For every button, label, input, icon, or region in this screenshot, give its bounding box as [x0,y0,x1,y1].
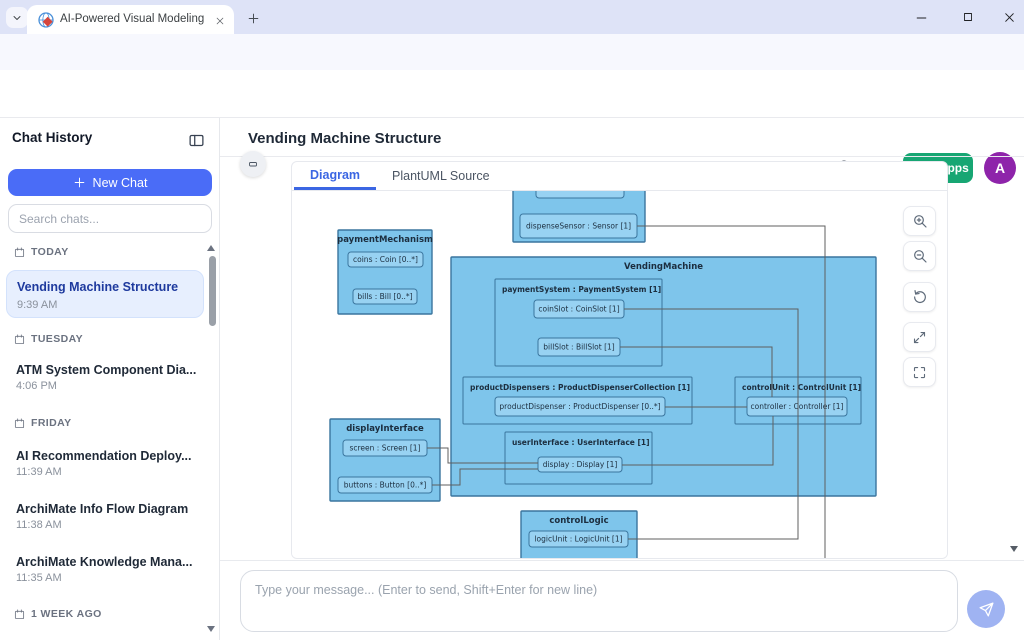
tab-search-button[interactable] [6,7,28,28]
chat-item-active[interactable]: Vending Machine Structure 9:39 AM [6,270,204,318]
expand-button[interactable] [903,322,936,352]
reset-icon [912,289,928,305]
uml-label-screen: screen : Screen [1] [349,444,420,453]
chat-item-time: 4:06 PM [16,380,196,392]
browser-toolbar: ai-toolbox.visual-paradigm.com/app/chatb… [0,34,1024,70]
chevron-down-icon [11,12,23,24]
header-divider [220,156,1024,157]
sidebar-collapse-button[interactable] [184,128,208,152]
uml-label-VendingMachine: VendingMachine [624,262,703,272]
uml-label-buttons: buttons : Button [0..*] [344,481,427,490]
uml-label-billSlot: billSlot : BillSlot [1] [543,343,615,352]
fullscreen-icon [912,365,927,380]
plus-icon [247,12,260,25]
chat-item[interactable]: ArchiMate Knowledge Mana... 11:35 AM [16,555,196,584]
app-header: Chatbot Powered by Visual Paradigm More … [0,70,1024,118]
reset-view-button[interactable] [903,282,936,312]
minimize-icon [915,11,928,24]
window-minimize-button[interactable] [906,5,936,29]
new-chat-label: New Chat [93,176,148,190]
section-week-ago: 1 WEEK AGO [14,608,102,620]
uml-label-bills: bills : Bill [0..*] [357,292,412,301]
uml-label-productDispensers: productDispensers : ProductDispenserColl… [470,383,690,392]
uml-node-dispenser-inner-cut [536,191,624,198]
close-icon [215,16,225,26]
uml-diagram-svg: dispenseSensor : Sensor [1] paymentMechan… [292,191,947,559]
plus-icon [73,176,86,189]
uml-label-controlUnit: controlUnit : ControlUnit [1] [742,383,861,392]
section-today: TODAY [14,246,69,258]
zoom-out-icon [912,248,928,264]
uml-label-paymentMechanism: paymentMechanism [337,235,433,245]
zoom-in-button[interactable] [903,206,936,236]
tab-diagram[interactable]: Diagram [294,162,376,190]
main-scroll-down-arrow[interactable] [1010,546,1018,552]
diagram-canvas[interactable]: dispenseSensor : Sensor [1] paymentMechan… [292,191,947,559]
zoom-in-icon [912,213,928,229]
search-input[interactable] [8,204,212,233]
calendar-icon [14,334,25,345]
panel-toggle-icon [188,132,205,149]
chat-item-title: Vending Machine Structure [17,280,195,294]
page-title: Vending Machine Structure [248,130,441,147]
diagram-tabs: Diagram PlantUML Source [292,162,947,191]
chat-item-title: ArchiMate Knowledge Mana... [16,555,196,569]
uml-label-coins: coins : Coin [0..*] [353,255,418,264]
send-button[interactable] [967,590,1005,628]
new-chat-button[interactable]: New Chat [8,169,212,196]
uml-label-productDispenser: productDispenser : ProductDispenser [0..… [499,402,660,411]
section-tuesday: TUESDAY [14,333,83,345]
favicon-visual-paradigm [38,12,54,28]
maximize-icon [962,11,974,23]
chat-item-title: AI Recommendation Deploy... [16,449,196,463]
chat-item[interactable]: AI Recommendation Deploy... 11:39 AM [16,449,196,478]
uml-label-logicUnit: logicUnit : LogicUnit [1] [534,535,622,544]
chat-item-time: 11:35 AM [16,572,196,584]
chat-item-time: 11:38 AM [16,519,196,531]
calendar-icon [14,418,25,429]
new-tab-button[interactable] [243,8,263,28]
sidebar-scroll-up-arrow[interactable] [207,245,215,251]
send-plane-icon [978,601,995,618]
zoom-out-button[interactable] [903,241,936,271]
sidebar-scroll-down-arrow[interactable] [207,626,215,632]
uml-label-controller: controller : Controller [1] [751,402,844,411]
fullscreen-button[interactable] [903,357,936,387]
calendar-icon [14,609,25,620]
panel-toggle-button[interactable] [240,151,266,177]
diagram-card: Diagram PlantUML Source dispenseSensor :… [291,161,948,559]
window-maximize-button[interactable] [953,5,983,29]
sidebar-title: Chat History [12,130,92,145]
uml-label-coinSlot: coinSlot : CoinSlot [1] [538,305,619,314]
uml-label-controlLogic: controlLogic [549,516,608,526]
tab-close-button[interactable] [212,13,228,29]
chat-item-time: 9:39 AM [17,299,57,311]
collapse-icon [247,158,259,170]
message-input[interactable] [240,570,958,632]
uml-label-paymentSystem: paymentSystem : PaymentSystem [1] [502,285,661,294]
uml-label-display: display : Display [1] [543,460,618,469]
chat-item[interactable]: ArchiMate Info Flow Diagram 11:38 AM [16,502,196,531]
section-friday: FRIDAY [14,417,72,429]
calendar-icon [14,247,25,258]
chat-item-title: ArchiMate Info Flow Diagram [16,502,196,516]
browser-tabstrip: AI-Powered Visual Modeling Ch [0,0,1024,34]
sidebar-scrollbar-thumb[interactable] [209,256,216,326]
expand-arrows-icon [912,330,927,345]
chat-item-title: ATM System Component Dia... [16,363,196,377]
chat-item-time: 11:39 AM [16,466,196,478]
uml-label-displayInterface: displayInterface [346,424,424,434]
uml-label-userInterface: userInterface : UserInterface [1] [512,438,650,447]
browser-tab[interactable]: AI-Powered Visual Modeling Ch [27,5,234,34]
close-icon [1003,11,1016,24]
tab-title: AI-Powered Visual Modeling Ch [60,13,208,25]
uml-label-dispenseSensor: dispenseSensor : Sensor [1] [526,222,631,231]
window-close-button[interactable] [994,5,1024,29]
chat-item[interactable]: ATM System Component Dia... 4:06 PM [16,363,196,392]
tab-plantuml-source[interactable]: PlantUML Source [376,162,506,190]
